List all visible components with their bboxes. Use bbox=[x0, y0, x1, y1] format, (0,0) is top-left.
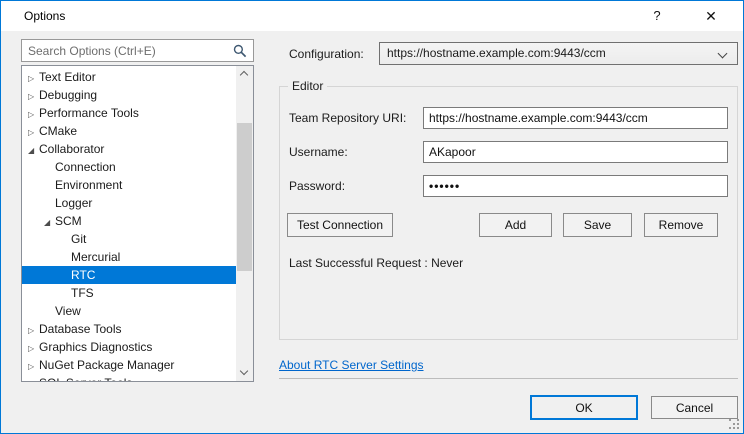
tree-item-label: Graphics Diagnostics bbox=[39, 340, 152, 354]
tree-item-label: Collaborator bbox=[39, 142, 104, 156]
team-repository-uri-field[interactable] bbox=[423, 107, 728, 129]
tree-collapsed-icon[interactable]: ▷ bbox=[28, 70, 39, 86]
title-bar[interactable]: Options ? ✕ bbox=[1, 1, 743, 31]
tree-item-label: Text Editor bbox=[39, 70, 96, 84]
username-field[interactable] bbox=[423, 141, 728, 163]
tree-item-debugging[interactable]: ▷Debugging bbox=[22, 86, 236, 104]
tree-item-label: Logger bbox=[55, 196, 92, 210]
tree-item-label: NuGet Package Manager bbox=[39, 358, 174, 372]
tree-item-label: Debugging bbox=[39, 88, 97, 102]
tree-item-label: Performance Tools bbox=[39, 106, 139, 120]
tree-item-label: SCM bbox=[55, 214, 82, 228]
resize-grip-icon[interactable] bbox=[729, 419, 739, 429]
about-rtc-link[interactable]: About RTC Server Settings bbox=[279, 358, 424, 372]
tree-collapsed-icon[interactable]: ▷ bbox=[28, 376, 39, 382]
add-button[interactable]: Add bbox=[479, 213, 552, 237]
last-request-status: Last Successful Request : Never bbox=[289, 256, 463, 270]
tree-item-label: View bbox=[55, 304, 81, 318]
tree-item-label: Git bbox=[71, 232, 86, 246]
options-dialog: Options ? ✕ ▷Text Editor▷Debugging▷Perfo… bbox=[0, 0, 744, 434]
tree-item-logger[interactable]: Logger bbox=[22, 194, 236, 212]
tree-item-label: Mercurial bbox=[71, 250, 120, 264]
tree-item-connection[interactable]: Connection bbox=[22, 158, 236, 176]
tree-item-sql-server-tools[interactable]: ▷SQL Server Tools bbox=[22, 374, 236, 382]
tree-collapsed-icon[interactable]: ▷ bbox=[28, 124, 39, 140]
tree-item-view[interactable]: View bbox=[22, 302, 236, 320]
search-input[interactable] bbox=[22, 40, 253, 61]
configuration-dropdown[interactable]: https://hostname.example.com:9443/ccm bbox=[379, 42, 738, 65]
tree-item-rtc[interactable]: RTC bbox=[22, 266, 236, 284]
tree-item-nuget-package-manager[interactable]: ▷NuGet Package Manager bbox=[22, 356, 236, 374]
tree-item-label: SQL Server Tools bbox=[39, 376, 132, 382]
tree-collapsed-icon[interactable]: ▷ bbox=[28, 340, 39, 356]
tree-item-label: RTC bbox=[71, 268, 95, 282]
scroll-up-icon[interactable] bbox=[236, 66, 253, 83]
tree-item-label: Database Tools bbox=[39, 322, 122, 336]
options-tree-rows: ▷Text Editor▷Debugging▷Performance Tools… bbox=[22, 68, 236, 382]
tree-expanded-icon[interactable]: ◢ bbox=[44, 214, 55, 230]
options-tree: ▷Text Editor▷Debugging▷Performance Tools… bbox=[21, 65, 254, 382]
close-icon[interactable]: ✕ bbox=[689, 1, 733, 31]
tree-item-label: TFS bbox=[71, 286, 94, 300]
search-icon[interactable] bbox=[233, 44, 247, 58]
tree-collapsed-icon[interactable]: ▷ bbox=[28, 358, 39, 374]
tree-scrollbar[interactable] bbox=[236, 66, 253, 381]
tree-item-graphics-diagnostics[interactable]: ▷Graphics Diagnostics bbox=[22, 338, 236, 356]
tree-item-cmake[interactable]: ▷CMake bbox=[22, 122, 236, 140]
ok-button[interactable]: OK bbox=[530, 395, 638, 420]
tree-item-label: Environment bbox=[55, 178, 122, 192]
team-repository-uri-label: Team Repository URI: bbox=[289, 111, 406, 125]
tree-item-tfs[interactable]: TFS bbox=[22, 284, 236, 302]
tree-collapsed-icon[interactable]: ▷ bbox=[28, 106, 39, 122]
tree-item-database-tools[interactable]: ▷Database Tools bbox=[22, 320, 236, 338]
remove-button[interactable]: Remove bbox=[644, 213, 718, 237]
configuration-value: https://hostname.example.com:9443/ccm bbox=[387, 46, 606, 60]
test-connection-button[interactable]: Test Connection bbox=[287, 213, 393, 237]
help-icon[interactable]: ? bbox=[637, 1, 677, 31]
cancel-button[interactable]: Cancel bbox=[651, 396, 738, 419]
footer-separator bbox=[279, 378, 738, 379]
password-field[interactable] bbox=[423, 175, 728, 197]
tree-item-scm[interactable]: ◢SCM bbox=[22, 212, 236, 230]
dialog-title: Options bbox=[24, 9, 65, 23]
tree-expanded-icon[interactable]: ◢ bbox=[28, 142, 39, 158]
save-button[interactable]: Save bbox=[563, 213, 632, 237]
tree-item-label: Connection bbox=[55, 160, 116, 174]
search-box bbox=[21, 39, 254, 62]
editor-group-title: Editor bbox=[288, 79, 327, 93]
scroll-down-icon[interactable] bbox=[236, 364, 253, 381]
tree-item-environment[interactable]: Environment bbox=[22, 176, 236, 194]
tree-item-collaborator[interactable]: ◢Collaborator bbox=[22, 140, 236, 158]
username-label: Username: bbox=[289, 145, 348, 159]
tree-item-performance-tools[interactable]: ▷Performance Tools bbox=[22, 104, 236, 122]
chevron-down-icon bbox=[718, 49, 728, 59]
scrollbar-thumb[interactable] bbox=[237, 123, 252, 271]
tree-item-label: CMake bbox=[39, 124, 77, 138]
password-label: Password: bbox=[289, 179, 345, 193]
configuration-label: Configuration: bbox=[289, 47, 364, 61]
tree-collapsed-icon[interactable]: ▷ bbox=[28, 88, 39, 104]
tree-collapsed-icon[interactable]: ▷ bbox=[28, 322, 39, 338]
tree-item-text-editor[interactable]: ▷Text Editor bbox=[22, 68, 236, 86]
tree-item-mercurial[interactable]: Mercurial bbox=[22, 248, 236, 266]
tree-item-git[interactable]: Git bbox=[22, 230, 236, 248]
